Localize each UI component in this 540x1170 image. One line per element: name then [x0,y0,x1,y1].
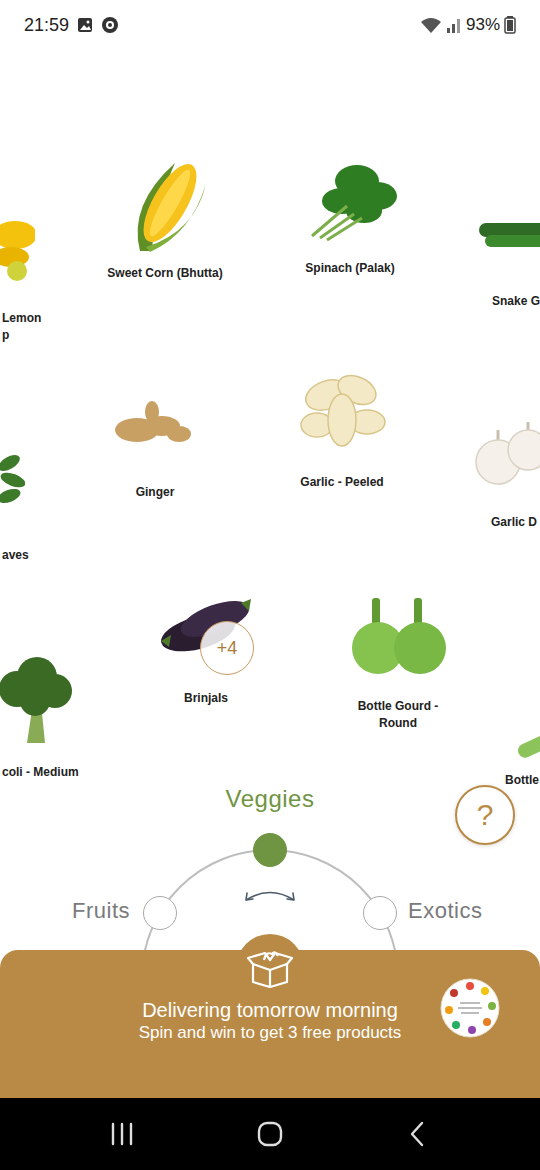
product-image[interactable] [120,155,210,255]
app-screen: 21:59 93% Lemon p Sweet Corn (Bhutta) Spin… [0,0,540,1170]
product-name[interactable]: Lemon p [2,310,41,345]
product-name[interactable]: Spinach (Palak) [305,260,394,277]
product-image[interactable] [468,420,540,490]
product-image[interactable] [302,156,402,241]
product-name[interactable]: Ginger [136,484,175,501]
product-name[interactable]: Sweet Corn (Bhutta) [107,265,222,282]
category-label[interactable]: Veggies [226,785,315,814]
status-bar: 21:59 93% [0,0,540,50]
product-image[interactable] [107,398,197,453]
product-name[interactable]: Brinjals [184,690,228,707]
product-image[interactable] [0,213,35,283]
category-dot[interactable] [363,896,397,930]
app-icon [101,16,119,34]
recent-apps-icon[interactable] [107,1121,137,1147]
home-icon[interactable] [255,1121,285,1147]
wifi-icon [420,16,442,34]
help-button[interactable]: ? [455,785,515,845]
product-image[interactable] [287,360,397,460]
product-canvas: Lemon p Sweet Corn (Bhutta) Spinach (Palak… [0,50,540,950]
system-nav-bar [0,1098,540,1170]
product-name[interactable]: Garlic D [491,514,537,531]
battery-level: 93% [466,12,500,38]
product-image[interactable] [475,215,540,255]
product-name[interactable]: aves [2,547,29,564]
product-name[interactable]: Snake G [492,293,540,310]
product-image[interactable] [515,733,540,758]
category-label[interactable]: Exotics [408,898,482,924]
category-dot[interactable] [143,896,177,930]
product-name[interactable]: Garlic - Peeled [300,474,383,491]
produce-box-icon [247,948,293,988]
product-image[interactable] [346,590,451,680]
product-image[interactable] [0,448,25,508]
spin-wheel[interactable] [440,978,500,1038]
clock: 21:59 [24,12,69,39]
signal-icon [446,16,462,34]
spin-wheel-icon [440,978,500,1038]
product-name[interactable]: Bottle [505,772,539,789]
product-image[interactable] [0,653,75,748]
category-label[interactable]: Fruits [72,898,130,924]
category-dot[interactable] [253,833,287,867]
delivery-banner[interactable]: Delivering tomorrow morning Spin and win… [0,950,540,1098]
gallery-icon [77,17,93,33]
more-variants-badge[interactable]: +4 [200,621,254,675]
product-name[interactable]: Bottle Gourd - Round [358,698,439,733]
swipe-arrows-icon [240,883,300,905]
battery-icon [504,16,516,34]
box-badge [236,934,304,1002]
back-icon[interactable] [403,1121,433,1147]
product-name[interactable]: coli - Medium [2,764,79,781]
